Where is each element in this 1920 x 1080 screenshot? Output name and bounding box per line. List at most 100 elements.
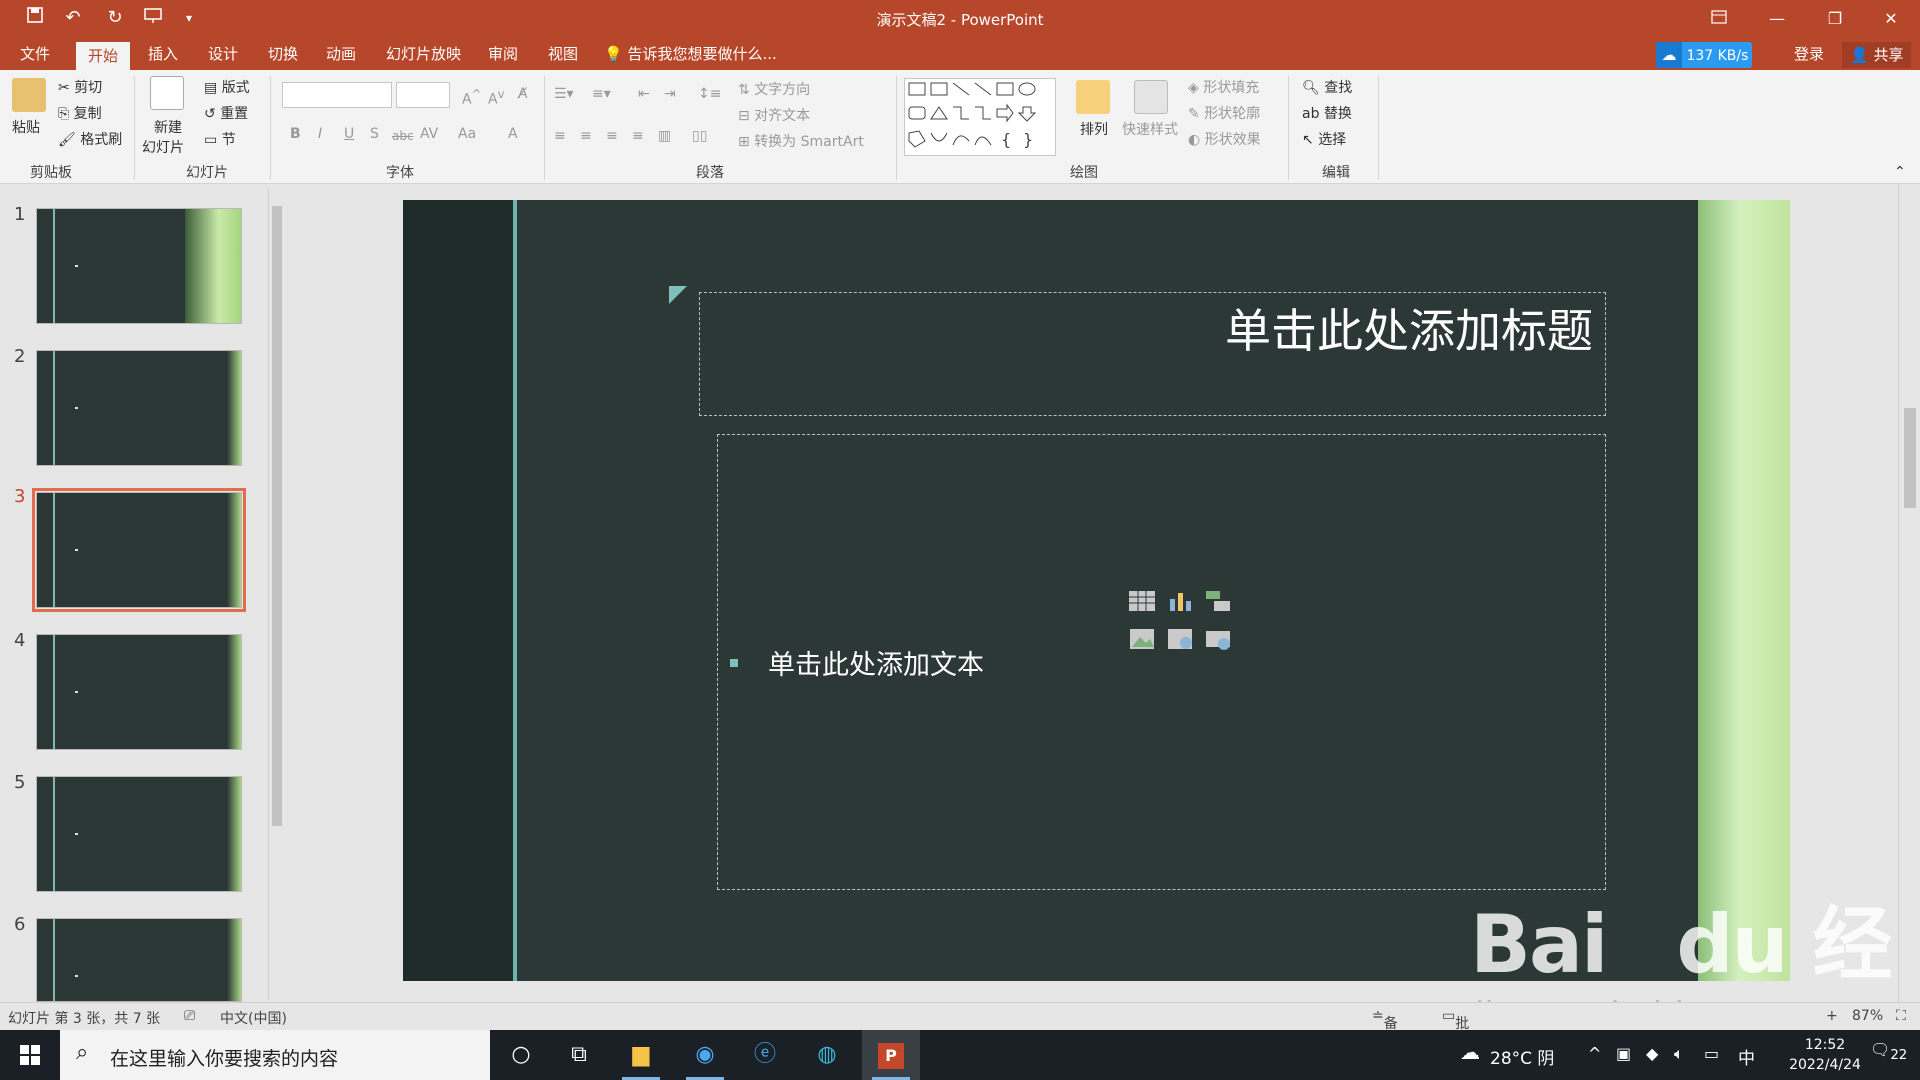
tab-view[interactable]: 视图 [536, 38, 590, 70]
slide-canvas[interactable]: 单击此处添加标题 单击此处添加文本 [403, 200, 1790, 981]
decrease-indent-icon[interactable]: ⇤ [638, 84, 650, 104]
font-size-select[interactable] [396, 82, 450, 108]
zoom-in-icon[interactable]: + [1826, 1008, 1838, 1024]
insert-picture-icon[interactable] [1128, 627, 1156, 651]
select-button[interactable]: ↖ 选择 [1302, 130, 1346, 150]
tab-home[interactable]: 开始 [76, 42, 131, 70]
weather-text[interactable]: 28°C 阴 [1490, 1044, 1554, 1069]
decrease-font-icon[interactable]: Av [488, 84, 504, 110]
insert-smartart-icon[interactable] [1204, 589, 1232, 613]
taskbar-search-box[interactable]: ⌕ 在这里输入你要搜索的内容 [60, 1030, 490, 1080]
convert-smartart-button[interactable]: ⊞ 转换为 SmartArt [738, 132, 864, 152]
bullets-icon[interactable]: ☰▾ [554, 84, 574, 104]
format-painter-button[interactable]: 🖌 格式刷 [58, 130, 122, 150]
cut-button[interactable]: ✂ 剪切 [58, 78, 102, 98]
new-slide-label-1[interactable]: 新建 [154, 118, 182, 138]
increase-indent-icon[interactable]: ⇥ [664, 84, 676, 104]
scrollbar-thumb[interactable] [1904, 408, 1916, 508]
comments-button[interactable]: ▭ 批注 [1442, 1008, 1469, 1052]
increase-font-icon[interactable]: A^ [462, 84, 481, 110]
insert-video-icon[interactable] [1204, 627, 1232, 651]
clear-formatting-icon[interactable]: A̸ [518, 84, 528, 104]
minimize-icon[interactable]: — [1748, 0, 1806, 38]
show-hidden-icons[interactable]: ^ [1588, 1044, 1601, 1063]
network-icon[interactable]: ▣ [1616, 1044, 1631, 1063]
notification-center-icon[interactable]: 🗨︎22 [1870, 1040, 1907, 1063]
strikethrough-button[interactable]: abc [392, 126, 414, 146]
distributed-icon[interactable]: ▥ [658, 126, 671, 146]
slide-thumbnail-4[interactable] [36, 634, 242, 750]
line-spacing-icon[interactable]: ↕≡ [698, 84, 721, 104]
accessibility-icon[interactable]: ⎚ [184, 1008, 195, 1024]
align-text-button[interactable]: ⊟ 对齐文本 [738, 106, 810, 126]
slide-thumbnail-1[interactable] [36, 208, 242, 324]
powerpoint-taskbar-icon[interactable]: P [862, 1030, 920, 1080]
quick-styles-button[interactable]: 快速样式 [1122, 120, 1178, 140]
edge-browser-icon[interactable]: ◍ [798, 1030, 856, 1080]
font-color-button[interactable]: A [508, 124, 518, 144]
ie-browser-icon[interactable]: ⓔ [736, 1030, 794, 1080]
tab-transitions[interactable]: 切换 [256, 38, 310, 70]
italic-button[interactable]: I [318, 124, 322, 144]
copy-button[interactable]: ⎘ 复制 [58, 104, 102, 124]
insert-chart-icon[interactable] [1166, 589, 1194, 613]
tab-insert[interactable]: 插入 [136, 38, 190, 70]
text-direction-button[interactable]: ⇅ 文字方向 [738, 80, 810, 100]
quick-styles-icon[interactable] [1134, 80, 1168, 114]
scrollbar-thumb[interactable] [272, 206, 282, 826]
change-case-button[interactable]: Aa [458, 124, 476, 144]
text-shadow-button[interactable]: S [370, 124, 379, 144]
taskbar-clock[interactable]: 12:52 2022/4/24 [1785, 1035, 1865, 1075]
shape-outline-button[interactable]: ✎ 形状轮廓 [1188, 104, 1260, 124]
arrange-button[interactable]: 排列 [1080, 120, 1108, 140]
battery-icon[interactable]: ▭ [1704, 1044, 1719, 1063]
align-right-icon[interactable]: ≡ [606, 126, 618, 146]
underline-button[interactable]: U [344, 124, 354, 144]
language-status[interactable]: 中文(中国) [220, 1008, 287, 1028]
justify-icon[interactable]: ≡ [632, 126, 644, 146]
paste-icon[interactable] [12, 78, 46, 112]
bold-button[interactable]: B [290, 124, 301, 144]
replace-button[interactable]: ab 替换 [1302, 104, 1352, 124]
browser-q-icon[interactable]: ◉ [676, 1030, 734, 1080]
section-button[interactable]: ▭ 节 [204, 130, 236, 150]
collapse-ribbon-icon[interactable]: ⌃ [1894, 162, 1906, 182]
align-center-icon[interactable]: ≡ [580, 126, 592, 146]
find-button[interactable]: 🔍︎ 查找 [1302, 78, 1352, 98]
tab-review[interactable]: 审阅 [476, 38, 530, 70]
slide-thumbnail-3[interactable] [36, 492, 242, 608]
reset-button[interactable]: ↺ 重置 [204, 104, 248, 124]
new-slide-icon[interactable] [150, 76, 184, 110]
input-method-indicator[interactable]: 中 [1738, 1044, 1755, 1069]
arrange-icon[interactable] [1076, 80, 1110, 114]
slide-thumbnail-2[interactable] [36, 350, 242, 466]
font-name-select[interactable] [282, 82, 392, 108]
insert-table-icon[interactable] [1128, 589, 1156, 613]
ribbon-display-options-icon[interactable] [1690, 0, 1748, 38]
task-view-icon[interactable]: ⧉ [550, 1030, 608, 1080]
windows-start-icon[interactable] [0, 1030, 60, 1080]
title-placeholder[interactable]: 单击此处添加标题 [699, 292, 1606, 416]
cortana-icon[interactable]: ○ [492, 1030, 550, 1080]
tell-me-search[interactable]: 💡 告诉我您想要做什么... [604, 38, 777, 70]
tab-design[interactable]: 设计 [196, 38, 250, 70]
columns-icon[interactable]: ▯▯ [692, 126, 707, 146]
shape-fill-button[interactable]: ◈ 形状填充 [1188, 78, 1259, 98]
file-explorer-icon[interactable]: ▆ [612, 1030, 670, 1080]
tab-file[interactable]: 文件 [8, 38, 62, 70]
tab-slideshow[interactable]: 幻灯片放映 [374, 38, 473, 70]
fit-to-window-icon[interactable]: ⛶ [1896, 1008, 1906, 1024]
close-icon[interactable]: ✕ [1862, 0, 1920, 38]
new-slide-label-2[interactable]: 幻灯片 [142, 138, 184, 158]
notes-button[interactable]: ≐ 备注 [1372, 1008, 1398, 1052]
weather-cloud-icon[interactable]: ☁ [1460, 1040, 1480, 1064]
paste-button[interactable]: 粘贴 [12, 118, 40, 138]
share-button[interactable]: 👤 共享 [1842, 42, 1912, 68]
shape-effects-button[interactable]: ◐ 形状效果 [1188, 130, 1261, 150]
numbering-icon[interactable]: ≡▾ [592, 84, 611, 104]
character-spacing-button[interactable]: AV [420, 124, 438, 144]
align-left-icon[interactable]: ≡ [554, 126, 566, 146]
zoom-level[interactable]: 87% [1852, 1008, 1883, 1024]
shapes-gallery[interactable]: { } [904, 78, 1056, 156]
tray-app-icon[interactable]: ◆ [1646, 1044, 1658, 1063]
